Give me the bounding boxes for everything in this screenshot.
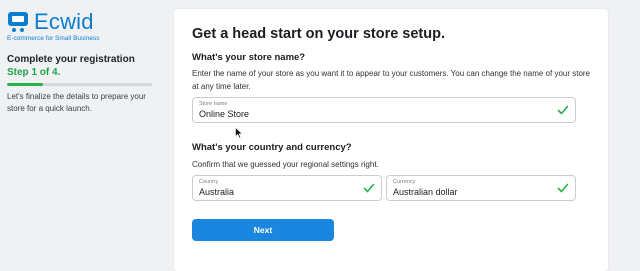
currency-label: Currency (393, 179, 416, 185)
store-name-description: Enter the name of your store as you want… (192, 69, 591, 91)
sidebar: Ecwid E-commerce for Small Business Comp… (0, 0, 170, 269)
page-title: Get a head start on your store setup. (192, 26, 445, 42)
progress-bar (7, 83, 152, 86)
setup-card: Get a head start on your store setup. Wh… (174, 9, 608, 271)
country-currency-description: Confirm that we guessed your regional se… (192, 160, 379, 169)
country-currency-heading: What's your country and currency? (192, 142, 352, 153)
shopping-cart-icon (8, 12, 28, 32)
check-icon (557, 183, 569, 193)
brand-name: Ecwid (34, 9, 94, 34)
brand-tagline: E-commerce for Small Business (7, 35, 100, 42)
registration-title: Complete your registration (7, 54, 135, 65)
country-field[interactable]: Country Australia (192, 175, 382, 201)
check-icon (363, 183, 375, 193)
store-name-label: Store name (199, 101, 228, 107)
mouse-cursor-icon (235, 127, 243, 139)
store-name-field[interactable]: Store name Online Store (192, 97, 576, 123)
next-button[interactable]: Next (192, 219, 334, 241)
store-name-value: Online Store (199, 109, 250, 119)
brand-logo[interactable]: Ecwid (7, 11, 94, 33)
country-value: Australia (199, 187, 235, 197)
currency-field[interactable]: Currency Australian dollar (386, 175, 576, 201)
country-label: Country (199, 179, 219, 185)
currency-value: Australian dollar (393, 187, 458, 197)
store-name-heading: What's your store name? (192, 52, 306, 63)
progress-bar-fill (7, 83, 44, 86)
registration-description: Let's finalize the details to prepare yo… (7, 92, 146, 113)
check-icon (557, 105, 569, 115)
registration-step: Step 1 of 4. (7, 67, 61, 78)
